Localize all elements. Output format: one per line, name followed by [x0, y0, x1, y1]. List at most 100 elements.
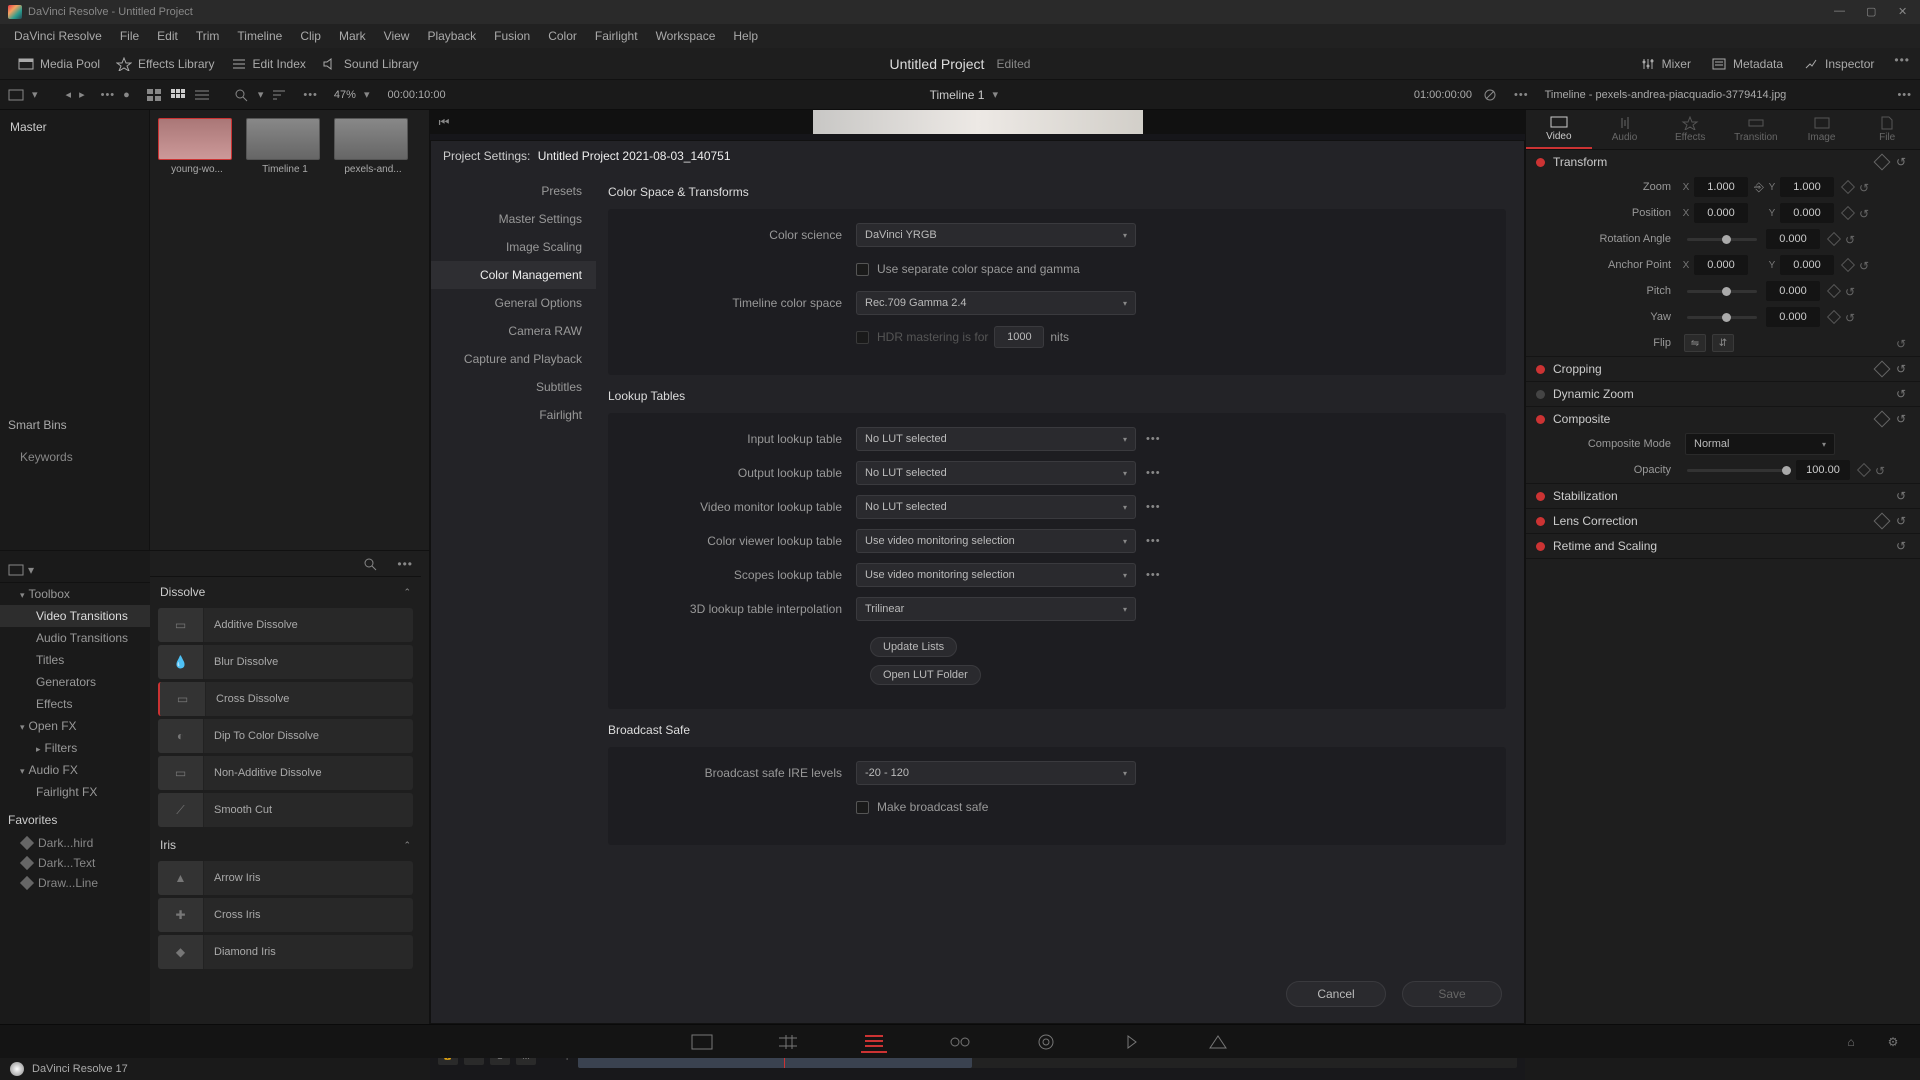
- minimize-button[interactable]: —: [1834, 5, 1848, 19]
- effects-panel-icon[interactable]: [8, 563, 24, 577]
- favorite-item[interactable]: Dark...Text: [0, 853, 150, 873]
- reset-icon[interactable]: ↺: [1896, 539, 1910, 553]
- nav-color-management[interactable]: Color Management: [431, 261, 596, 289]
- clip-thumb[interactable]: [158, 118, 232, 160]
- media-pool-toggle[interactable]: Media Pool: [10, 53, 108, 75]
- keyframe-icon[interactable]: [1857, 463, 1871, 477]
- tree-audio-transitions[interactable]: Audio Transitions: [0, 627, 150, 649]
- tree-effects[interactable]: Effects: [0, 693, 150, 715]
- fx-item[interactable]: ▭Additive Dissolve: [158, 608, 413, 642]
- bin-master[interactable]: Master: [8, 116, 141, 138]
- smart-bin-keywords[interactable]: Keywords: [8, 450, 141, 464]
- fx-item[interactable]: ▭Non-Additive Dissolve: [158, 756, 413, 790]
- reset-icon[interactable]: ↺: [1859, 181, 1871, 193]
- color-science-select[interactable]: DaVinci YRGB▾: [856, 223, 1136, 247]
- fx-group-iris[interactable]: Iris⌃: [150, 830, 421, 858]
- thumb-view-icon[interactable]: [146, 88, 162, 102]
- lut-row-select[interactable]: Use video monitoring selection▾: [856, 529, 1136, 553]
- menu-help[interactable]: Help: [725, 26, 766, 46]
- nav-presets[interactable]: Presets: [431, 177, 596, 205]
- mixer-toggle[interactable]: Mixer: [1632, 53, 1699, 75]
- cancel-button[interactable]: Cancel: [1286, 981, 1386, 1007]
- inspector-tab-transition[interactable]: Transition: [1723, 110, 1789, 149]
- enable-dot[interactable]: [1536, 158, 1545, 167]
- lut-row-more-button[interactable]: •••: [1146, 433, 1161, 445]
- dynamic-zoom-header[interactable]: Dynamic Zoom↺: [1526, 382, 1920, 406]
- cropping-header[interactable]: Cropping↺: [1526, 357, 1920, 381]
- keyframe-icon[interactable]: [1841, 258, 1855, 272]
- inspector-tab-image[interactable]: Image: [1789, 110, 1855, 149]
- keyframe-icon[interactable]: [1841, 180, 1855, 194]
- tree-titles[interactable]: Titles: [0, 649, 150, 671]
- flip-h-button[interactable]: ⇋: [1684, 334, 1706, 352]
- favorite-item[interactable]: Draw...Line: [0, 873, 150, 893]
- link-icon[interactable]: ⎆: [1751, 180, 1767, 195]
- viewer-more-button[interactable]: •••: [1514, 89, 1529, 101]
- enable-dot[interactable]: [1536, 517, 1545, 526]
- tree-video-transitions[interactable]: Video Transitions: [0, 605, 150, 627]
- menu-color[interactable]: Color: [540, 26, 585, 46]
- clip-item[interactable]: Timeline 1: [246, 118, 324, 175]
- fx-item[interactable]: ▭Cross Dissolve: [158, 682, 413, 716]
- nav-subtitles[interactable]: Subtitles: [431, 373, 596, 401]
- lut-row-select[interactable]: No LUT selected▾: [856, 427, 1136, 451]
- enable-dot[interactable]: [1536, 415, 1545, 424]
- menu-file[interactable]: File: [112, 26, 147, 46]
- page-edit[interactable]: [861, 1031, 887, 1053]
- transform-header[interactable]: Transform↺: [1526, 150, 1920, 174]
- menu-playback[interactable]: Playback: [419, 26, 484, 46]
- composite-header[interactable]: Composite↺: [1526, 407, 1920, 431]
- page-color[interactable]: [1033, 1031, 1059, 1053]
- reset-icon[interactable]: ↺: [1896, 337, 1908, 349]
- bin-view-icon[interactable]: [8, 88, 24, 102]
- anchor-x-input[interactable]: [1694, 255, 1748, 275]
- skip-first-icon[interactable]: ⏮: [434, 115, 454, 130]
- stabilization-header[interactable]: Stabilization↺: [1526, 484, 1920, 508]
- position-y-input[interactable]: [1780, 203, 1834, 223]
- timeline-colorspace-select[interactable]: Rec.709 Gamma 2.4▾: [856, 291, 1136, 315]
- page-media[interactable]: [689, 1031, 715, 1053]
- effects-library-toggle[interactable]: Effects Library: [108, 53, 222, 75]
- menu-timeline[interactable]: Timeline: [229, 26, 290, 46]
- lut-row-select[interactable]: No LUT selected▾: [856, 495, 1136, 519]
- lens-correction-header[interactable]: Lens Correction↺: [1526, 509, 1920, 533]
- menu-edit[interactable]: Edit: [149, 26, 186, 46]
- separate-colorspace-checkbox[interactable]: [856, 263, 869, 276]
- menu-view[interactable]: View: [376, 26, 418, 46]
- page-fusion[interactable]: [947, 1031, 973, 1053]
- inspector-tab-audio[interactable]: Audio: [1592, 110, 1658, 149]
- nav-fairlight[interactable]: Fairlight: [431, 401, 596, 429]
- retime-header[interactable]: Retime and Scaling↺: [1526, 534, 1920, 558]
- rotation-input[interactable]: [1766, 229, 1820, 249]
- maximize-button[interactable]: ▢: [1866, 5, 1880, 19]
- settings-button[interactable]: ⚙: [1880, 1031, 1906, 1053]
- fx-item[interactable]: 💧Blur Dissolve: [158, 645, 413, 679]
- sort-more-button[interactable]: •••: [303, 89, 318, 101]
- lut-row-more-button[interactable]: •••: [1146, 501, 1161, 513]
- keyframe-icon[interactable]: [1874, 411, 1891, 428]
- menu-trim[interactable]: Trim: [188, 26, 228, 46]
- clip-item[interactable]: young-wo...: [158, 118, 236, 175]
- tree-fairlight-fx[interactable]: Fairlight FX: [0, 781, 150, 803]
- fx-item[interactable]: ✚Cross Iris: [158, 898, 413, 932]
- reset-icon[interactable]: ↺: [1845, 285, 1857, 297]
- sort-icon[interactable]: [271, 88, 287, 102]
- enable-dot[interactable]: [1536, 390, 1545, 399]
- home-button[interactable]: ⌂: [1838, 1031, 1864, 1053]
- reset-icon[interactable]: ↺: [1896, 412, 1910, 426]
- update-lists-button[interactable]: Update Lists: [870, 637, 957, 657]
- page-fairlight[interactable]: [1119, 1031, 1145, 1053]
- fx-item[interactable]: ▲Arrow Iris: [158, 861, 413, 895]
- tree-open-fx[interactable]: Open FX: [0, 715, 150, 737]
- inspector-more-button[interactable]: •••: [1897, 89, 1912, 101]
- make-broadcast-safe-checkbox[interactable]: [856, 801, 869, 814]
- inspector-tab-video[interactable]: Video: [1526, 110, 1592, 149]
- tree-generators[interactable]: Generators: [0, 671, 150, 693]
- inspector-tab-file[interactable]: File: [1854, 110, 1920, 149]
- menu-workspace[interactable]: Workspace: [648, 26, 724, 46]
- search-icon[interactable]: [234, 88, 250, 102]
- keyframe-icon[interactable]: [1874, 361, 1891, 378]
- menu-clip[interactable]: Clip: [292, 26, 329, 46]
- lut-row-more-button[interactable]: •••: [1146, 569, 1161, 581]
- hdr-checkbox[interactable]: [856, 331, 869, 344]
